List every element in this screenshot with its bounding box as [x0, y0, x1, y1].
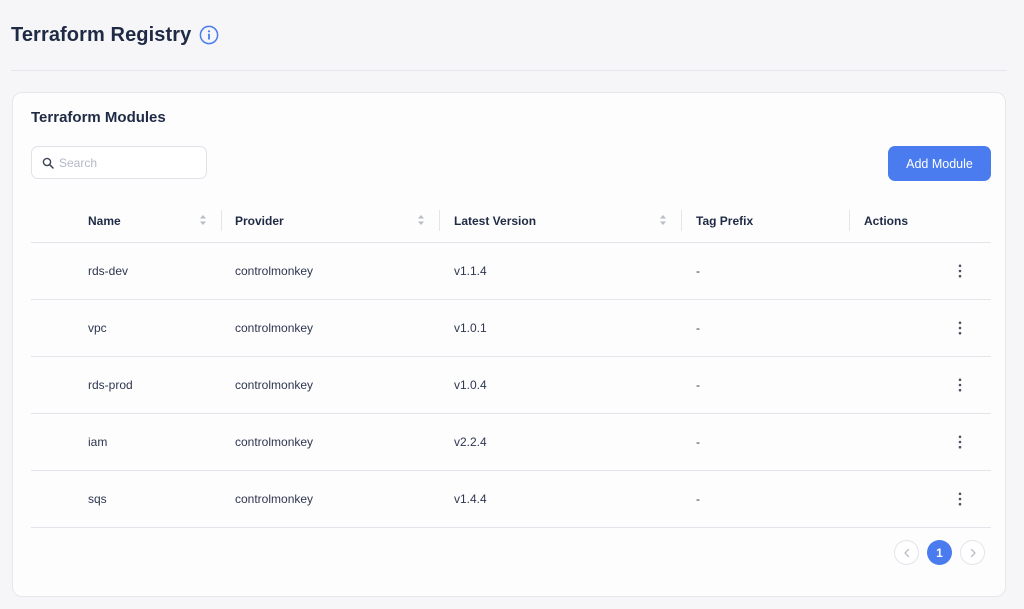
column-header-actions: Actions — [864, 213, 909, 228]
cell-name[interactable]: rds-prod — [88, 357, 133, 413]
cell-name[interactable]: sqs — [88, 471, 107, 527]
cell-latest-version: v1.1.4 — [454, 264, 487, 278]
column-separator — [849, 210, 850, 231]
cell-tag-prefix: - — [696, 264, 700, 278]
column-header-name[interactable]: Name — [88, 199, 121, 242]
column-header-latest-version[interactable]: Latest Version — [454, 199, 536, 242]
column-separator — [439, 210, 440, 231]
more-vertical-icon[interactable] — [952, 320, 968, 336]
chevron-right-icon — [970, 548, 976, 557]
column-separator — [681, 210, 682, 231]
table-body: rds-dev controlmonkey v1.1.4 - vpc controlmon… — [31, 243, 991, 528]
more-vertical-icon[interactable] — [952, 377, 968, 393]
cell-provider: controlmonkey — [235, 321, 314, 335]
sort-icon[interactable] — [417, 214, 425, 226]
more-vertical-icon[interactable] — [952, 491, 968, 507]
info-circle-icon[interactable] — [199, 25, 219, 45]
previous-page-button[interactable] — [894, 540, 919, 565]
cell-latest-version: v2.2.4 — [454, 435, 487, 449]
cell-name[interactable]: vpc — [88, 300, 107, 356]
search-icon — [42, 157, 54, 169]
pagination: 1 — [894, 540, 985, 565]
sort-icon[interactable] — [199, 214, 207, 226]
cell-provider: controlmonkey — [235, 492, 314, 506]
more-vertical-icon[interactable] — [952, 263, 968, 279]
column-header-provider[interactable]: Provider — [235, 199, 284, 242]
cell-tag-prefix: - — [696, 378, 700, 392]
cell-tag-prefix: - — [696, 492, 700, 506]
cell-provider: controlmonkey — [235, 378, 314, 392]
add-module-button[interactable]: Add Module — [888, 146, 991, 181]
cell-latest-version: v1.4.4 — [454, 492, 487, 506]
column-header-tag-prefix: Tag Prefix — [696, 213, 754, 228]
page-title: Terraform Registry — [11, 23, 192, 46]
cell-name[interactable]: rds-dev — [88, 243, 128, 299]
modules-card: Terraform Modules Add Module Name Provid… — [12, 92, 1006, 597]
column-separator — [221, 210, 222, 231]
chevron-left-icon — [903, 548, 909, 557]
table-row: sqs controlmonkey v1.4.4 - — [31, 471, 991, 528]
card-title: Terraform Modules — [31, 109, 166, 126]
table-row: vpc controlmonkey v1.0.1 - — [31, 300, 991, 357]
table-row: rds-prod controlmonkey v1.0.4 - — [31, 357, 991, 414]
header-divider — [11, 70, 1007, 71]
cell-latest-version: v1.0.4 — [454, 378, 487, 392]
table-row: rds-dev controlmonkey v1.1.4 - — [31, 243, 991, 300]
table-row: iam controlmonkey v2.2.4 - — [31, 414, 991, 471]
next-page-button[interactable] — [960, 540, 985, 565]
search-box[interactable] — [31, 146, 207, 179]
page-header: Terraform Registry — [11, 20, 219, 50]
page-button-current[interactable]: 1 — [927, 540, 952, 565]
modules-table: Name Provider Latest Version Tag Prefix … — [31, 199, 991, 528]
cell-provider: controlmonkey — [235, 264, 314, 278]
cell-latest-version: v1.0.1 — [454, 321, 487, 335]
cell-tag-prefix: - — [696, 435, 700, 449]
table-header: Name Provider Latest Version Tag Prefix … — [31, 199, 991, 243]
cell-tag-prefix: - — [696, 321, 700, 335]
cell-name[interactable]: iam — [88, 414, 107, 470]
sort-icon[interactable] — [659, 214, 667, 226]
cell-provider: controlmonkey — [235, 435, 314, 449]
search-input[interactable] — [59, 155, 199, 170]
more-vertical-icon[interactable] — [952, 434, 968, 450]
